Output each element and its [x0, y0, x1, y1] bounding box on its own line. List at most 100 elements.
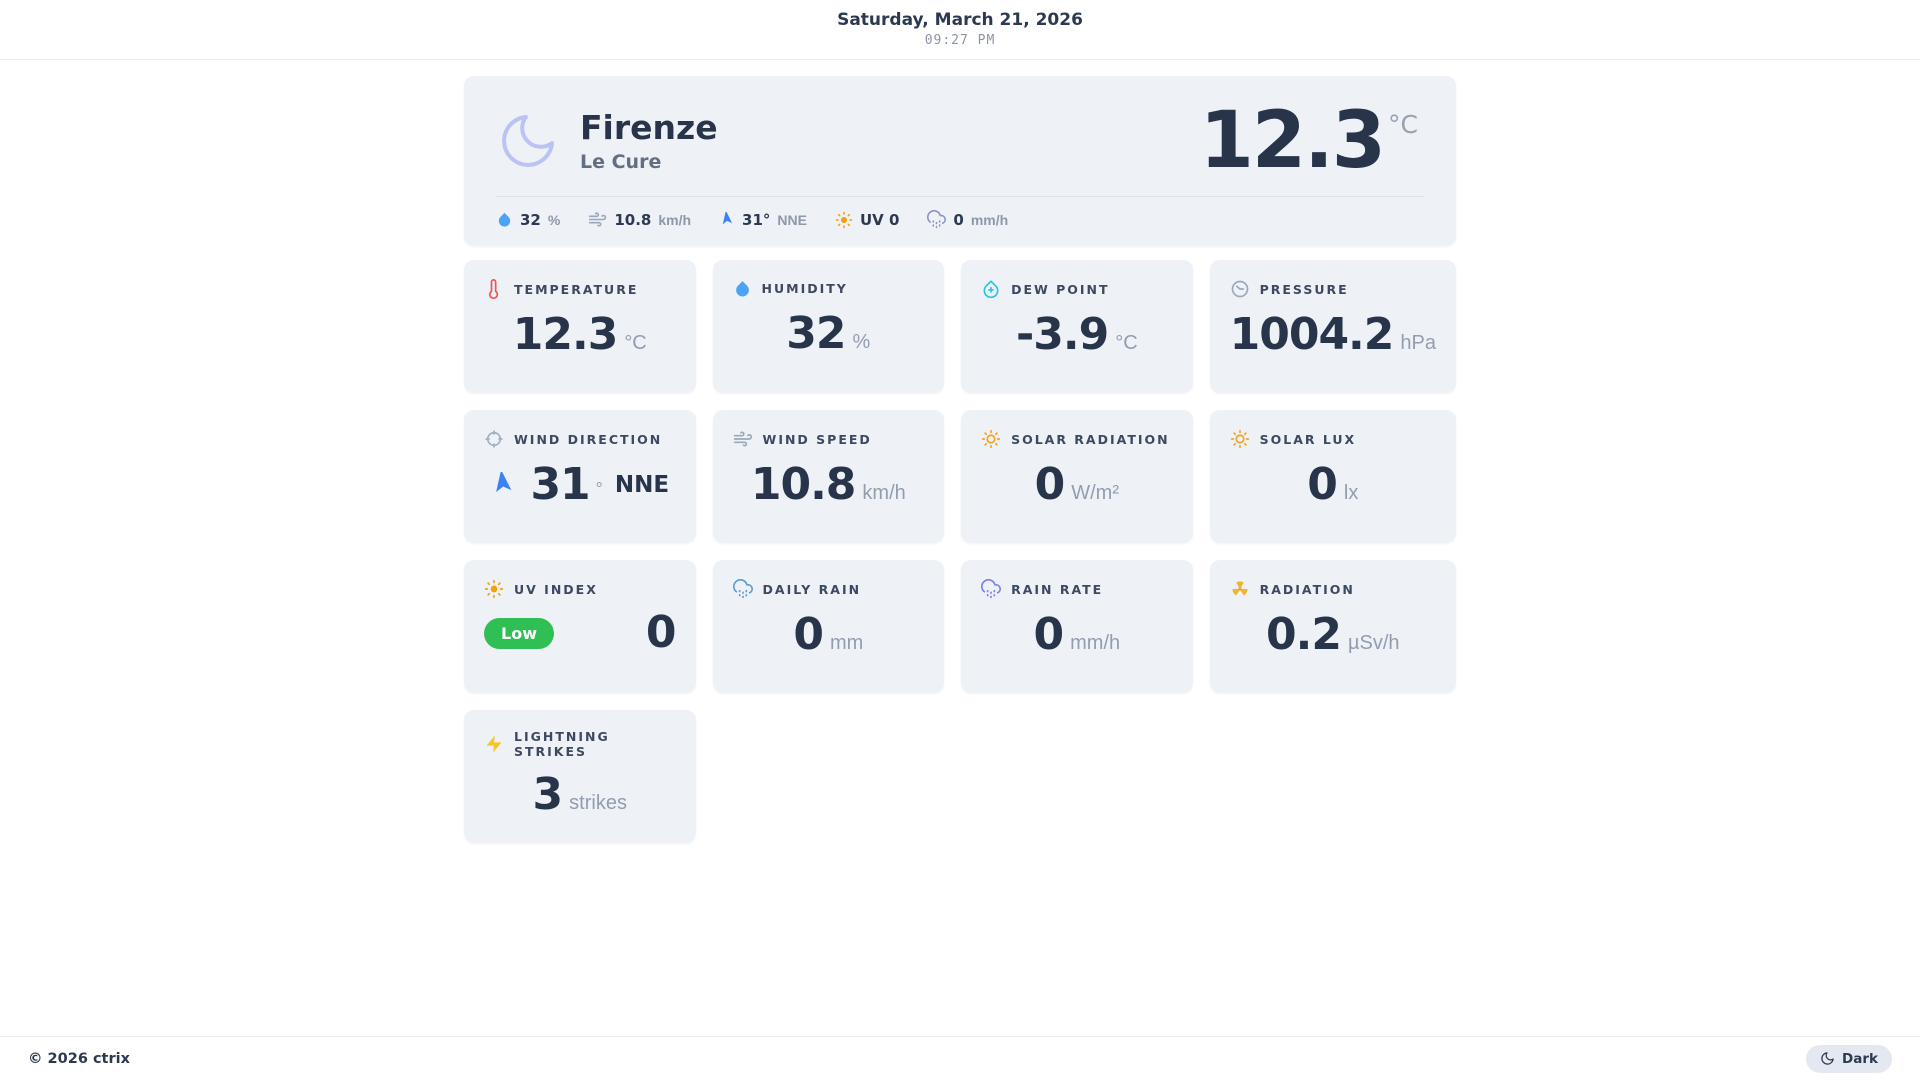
stat-unit: mm/h: [970, 211, 1009, 228]
droplet-icon: [733, 279, 752, 298]
station-district: Le Cure: [580, 151, 662, 174]
stat-value: 32: [520, 210, 541, 229]
lightning-icon: [484, 734, 504, 754]
card-unit: lx: [1343, 482, 1359, 505]
card-value: 10.8: [750, 459, 857, 511]
compass-icon: [484, 429, 504, 449]
current-temperature-value: 12.3: [1199, 96, 1386, 186]
droplet-plus-icon: [981, 279, 1001, 299]
stat-value: 10.8: [614, 210, 652, 229]
radiation-icon: [1230, 579, 1250, 599]
station-city: Firenze: [580, 108, 718, 148]
card-temperature: TEMPERATURE 12.3 °C: [464, 260, 696, 394]
wind-icon: [733, 429, 753, 449]
current-conditions-card: Firenze Le Cure 12.3 °C 32 % 10.8 km/h 3…: [464, 76, 1456, 247]
card-label: TEMPERATURE: [514, 281, 639, 297]
card-unit: strikes: [569, 792, 627, 815]
stat-wind-speed: 10.8 km/h: [588, 210, 691, 229]
card-solar-radiation: SOLAR RADIATION 0 W/m²: [961, 410, 1193, 544]
stat-unit: NNE: [777, 211, 807, 228]
card-label: WIND DIRECTION: [514, 431, 663, 447]
copyright: © 2026 ctrix: [28, 1050, 130, 1067]
card-label: DAILY RAIN: [762, 581, 862, 597]
current-temperature: 12.3 °C: [1199, 96, 1424, 186]
sun-icon: [1230, 429, 1250, 449]
card-value: 0: [1307, 459, 1338, 511]
card-label: PRESSURE: [1259, 281, 1349, 297]
metrics-grid: TEMPERATURE 12.3 °C HUMIDITY 32 % DEW PO…: [464, 260, 1456, 844]
moon-icon: [1820, 1051, 1835, 1066]
card-label: RAIN RATE: [1011, 581, 1104, 597]
current-date: Saturday, March 21, 2026: [837, 10, 1083, 30]
card-unit: mm/h: [1070, 632, 1121, 655]
card-value: 0: [645, 607, 677, 659]
card-value: 0.2: [1266, 609, 1342, 661]
card-unit: °: [595, 479, 603, 500]
thermometer-icon: [484, 279, 504, 300]
card-wind-direction: WIND DIRECTION 31 ° NNE: [464, 410, 696, 544]
card-label: HUMIDITY: [761, 281, 848, 297]
card-value: 12.3: [512, 309, 619, 361]
card-label: SOLAR LUX: [1259, 431, 1357, 447]
stat-wind-direction: 31° NNE: [719, 211, 807, 229]
stat-humidity: 32 %: [496, 211, 560, 229]
wind-direction-compass-point: NNE: [614, 472, 670, 499]
card-daily-rain: DAILY RAIN 0 mm: [712, 560, 945, 694]
card-label: DEW POINT: [1011, 281, 1110, 297]
card-unit: W/m²: [1071, 482, 1120, 505]
card-humidity: HUMIDITY 32 %: [712, 260, 945, 394]
cloud-rain-icon: [732, 579, 753, 599]
card-lightning-strikes: LIGHTNING STRIKES 3 strikes: [464, 710, 696, 844]
uv-level-badge: Low: [484, 617, 554, 649]
gauge-icon: [1230, 279, 1250, 299]
card-label: SOLAR RADIATION: [1011, 431, 1170, 447]
stat-value: 0: [953, 210, 964, 229]
footer: © 2026 ctrix Dark: [0, 1036, 1920, 1080]
card-unit: µSv/h: [1347, 632, 1400, 655]
sun-icon: [484, 579, 504, 599]
card-dew-point: DEW POINT -3.9 °C: [961, 260, 1193, 394]
card-rain-rate: RAIN RATE 0 mm/h: [961, 560, 1193, 694]
card-unit: mm: [829, 632, 864, 655]
card-value: 0: [793, 609, 824, 661]
card-value: 31: [530, 459, 590, 511]
stat-rain-rate: 0 mm/h: [927, 210, 1008, 229]
cloud-rain-icon: [981, 579, 1002, 599]
card-label: UV INDEX: [514, 581, 598, 597]
card-value: 3: [532, 769, 564, 821]
card-unit: °C: [1115, 332, 1138, 355]
card-unit: km/h: [862, 482, 906, 505]
card-pressure: PRESSURE 1004.2 hPa: [1209, 260, 1456, 394]
card-label: LIGHTNING STRIKES: [514, 729, 610, 760]
card-value: -3.9: [1015, 309, 1109, 361]
current-temperature-unit: °C: [1388, 110, 1418, 139]
moon-icon: [496, 109, 560, 173]
stat-unit: km/h: [658, 211, 692, 228]
card-unit: hPa: [1400, 332, 1436, 355]
card-unit: °C: [624, 332, 647, 355]
wind-icon: [588, 210, 607, 229]
navigation-icon: [490, 472, 516, 498]
stat-uv: UV 0: [835, 211, 899, 229]
card-label: RADIATION: [1259, 581, 1355, 597]
droplet-icon: [496, 211, 513, 228]
dark-mode-toggle-button[interactable]: Dark: [1806, 1044, 1892, 1073]
card-value: 32: [786, 308, 846, 360]
card-wind-speed: WIND SPEED 10.8 km/h: [712, 410, 945, 544]
card-radiation: RADIATION 0.2 µSv/h: [1209, 560, 1456, 694]
card-unit: %: [852, 331, 871, 354]
stat-unit: %: [547, 211, 561, 228]
header: Saturday, March 21, 2026 09:27 PM: [0, 0, 1920, 60]
stat-value: UV 0: [859, 210, 900, 229]
dark-mode-toggle-label: Dark: [1842, 1050, 1878, 1067]
sun-icon: [835, 211, 853, 229]
main-content: Firenze Le Cure 12.3 °C 32 % 10.8 km/h 3…: [0, 60, 1920, 1036]
card-uv-index: UV INDEX Low 0: [464, 560, 696, 694]
card-value: 0: [1034, 459, 1066, 511]
card-value: 0: [1033, 609, 1065, 661]
sun-icon: [981, 429, 1001, 449]
current-time: 09:27 PM: [924, 33, 996, 48]
cloud-rain-icon: [927, 210, 947, 229]
card-solar-lux: SOLAR LUX 0 lx: [1209, 410, 1456, 544]
stat-value: 31°: [742, 210, 771, 229]
